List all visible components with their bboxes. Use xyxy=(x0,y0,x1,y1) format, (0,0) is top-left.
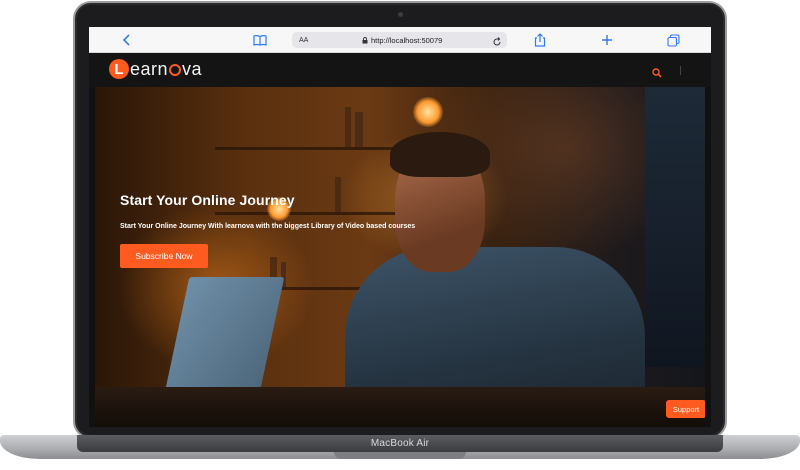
book-icon[interactable] xyxy=(252,32,268,48)
laptop-notch xyxy=(334,452,466,459)
subscribe-now-button[interactable]: Subscribe Now xyxy=(120,244,208,268)
device-label: MacBook Air xyxy=(370,438,430,449)
laptop-hinge: MacBook Air xyxy=(77,435,723,452)
tabs-icon[interactable] xyxy=(665,32,681,48)
search-icon[interactable] xyxy=(652,65,662,78)
site-header: L earn va xyxy=(89,53,711,87)
reload-icon[interactable] xyxy=(492,34,502,52)
header-divider xyxy=(680,66,681,75)
hero-section: Start Your Online Journey Start Your Onl… xyxy=(95,87,705,427)
text-size-button[interactable]: AA xyxy=(299,37,308,44)
learnova-logo[interactable]: L earn va xyxy=(109,57,202,81)
lock-icon xyxy=(362,36,368,43)
chevron-left-icon[interactable] xyxy=(119,32,135,48)
support-button[interactable]: Support xyxy=(666,400,705,418)
address-bar[interactable]: AA http://localhost:50079 xyxy=(292,32,507,48)
camera-dot xyxy=(398,12,403,17)
url-text: http://localhost:50079 xyxy=(371,35,443,45)
share-icon[interactable] xyxy=(532,32,548,48)
logo-wordmark: earn va xyxy=(130,58,203,79)
hero-title: Start Your Online Journey xyxy=(120,192,295,208)
url-display[interactable]: http://localhost:50079 xyxy=(362,36,442,45)
hero-subtitle: Start Your Online Journey With learnova … xyxy=(120,223,416,230)
plus-icon[interactable] xyxy=(599,32,615,48)
screen: AA http://localhost:50079 L earn va Star… xyxy=(89,27,711,427)
browser-toolbar: AA http://localhost:50079 xyxy=(89,27,711,53)
logo-mark: L xyxy=(109,59,129,79)
